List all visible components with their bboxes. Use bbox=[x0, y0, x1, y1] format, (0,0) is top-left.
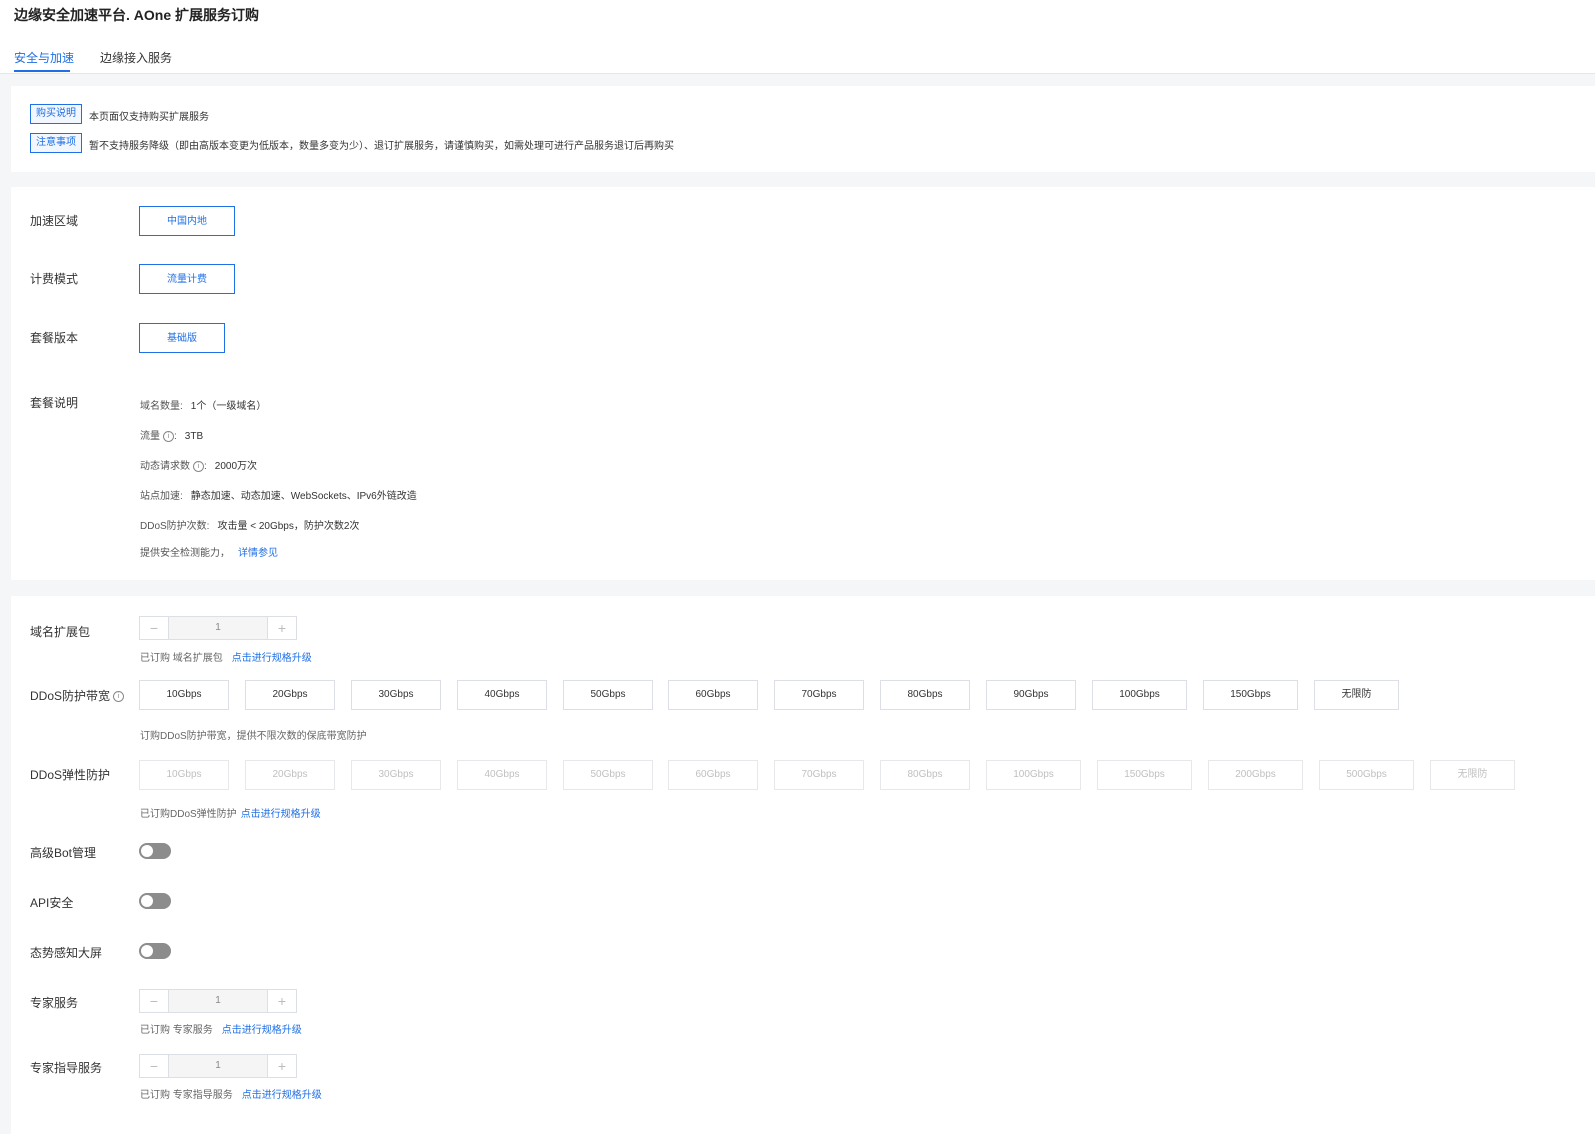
ddos-bandwidth-option[interactable]: 80Gbps bbox=[880, 680, 970, 710]
info-icon[interactable]: i bbox=[163, 430, 174, 442]
ddos-bandwidth-option[interactable]: 60Gbps bbox=[668, 680, 758, 710]
ddos-elastic-option[interactable]: 10Gbps bbox=[139, 760, 229, 790]
caution-notice-tag: 注意事项 bbox=[30, 133, 82, 153]
expert-guide-stepper: − 1 + bbox=[139, 1054, 297, 1078]
domain-pack-stepper: − 1 + bbox=[139, 616, 297, 640]
expert-guide-note: 已订购 专家指导服务 点击进行规格升级 bbox=[140, 1090, 322, 1101]
ddos-elastic-option[interactable]: 20Gbps bbox=[245, 760, 335, 790]
plus-icon[interactable]: + bbox=[268, 990, 296, 1012]
ddos-bandwidth-option[interactable]: 70Gbps bbox=[774, 680, 864, 710]
ddos-elastic-option[interactable]: 150Gbps bbox=[1097, 760, 1192, 790]
edition-label: 套餐版本 bbox=[30, 331, 79, 345]
expert-guide-quantity-input[interactable]: 1 bbox=[168, 1055, 268, 1077]
tab-edge-access[interactable]: 边缘接入服务 bbox=[100, 49, 172, 66]
domain-pack-upgrade-link[interactable]: 点击进行规格升级 bbox=[232, 653, 312, 664]
toggle-knob bbox=[141, 845, 153, 857]
situation-screen-label: 态势感知大屏 bbox=[30, 946, 103, 960]
ddos-elastic-upgrade-link[interactable]: 点击进行规格升级 bbox=[241, 809, 321, 820]
ddos-elastic-label: DDoS弹性防护 bbox=[30, 768, 111, 782]
domain-pack-quantity-input[interactable]: 1 bbox=[168, 617, 268, 639]
ddos-elastic-option[interactable]: 50Gbps bbox=[563, 760, 653, 790]
edition-option-basic[interactable]: 基础版 bbox=[139, 323, 225, 353]
caution-notice-text: 暂不支持服务降级（即由高版本变更为低版本，数量多变为少）、退订扩展服务，请谨慎购… bbox=[89, 141, 674, 152]
ddos-bandwidth-option[interactable]: 50Gbps bbox=[563, 680, 653, 710]
situation-screen-toggle[interactable] bbox=[139, 943, 171, 959]
desc-site-accel: 站点加速: 静态加速、动态加速、WebSockets、IPv6外链改造 bbox=[140, 491, 417, 502]
ddos-elastic-option[interactable]: 60Gbps bbox=[668, 760, 758, 790]
extensions-card: 域名扩展包 − 1 + 已订购 域名扩展包 点击进行规格升级 DDoS防护带宽 i … bbox=[11, 596, 1595, 1134]
billing-label: 计费模式 bbox=[30, 272, 79, 286]
ddos-bandwidth-option[interactable]: 20Gbps bbox=[245, 680, 335, 710]
toggle-knob bbox=[141, 895, 153, 907]
minus-icon[interactable]: − bbox=[140, 1055, 168, 1077]
domain-pack-note: 已订购 域名扩展包 点击进行规格升级 bbox=[140, 653, 312, 664]
page-title: 边缘安全加速平台. AOne 扩展服务订购 bbox=[14, 7, 260, 23]
ddos-elastic-option[interactable]: 无限防 bbox=[1430, 760, 1515, 790]
api-security-label: API安全 bbox=[30, 896, 74, 910]
ddos-elastic-note: 已订购DDoS弹性防护 点击进行规格升级 bbox=[140, 809, 321, 820]
ddos-elastic-option[interactable]: 70Gbps bbox=[774, 760, 864, 790]
bot-management-label: 高级Bot管理 bbox=[30, 846, 97, 860]
minus-icon[interactable]: − bbox=[140, 990, 168, 1012]
info-icon[interactable]: i bbox=[113, 691, 125, 703]
ddos-elastic-option[interactable]: 100Gbps bbox=[986, 760, 1081, 790]
details-link[interactable]: 详情参见 bbox=[238, 548, 278, 559]
expert-service-upgrade-link[interactable]: 点击进行规格升级 bbox=[222, 1025, 302, 1036]
ddos-bandwidth-option[interactable]: 100Gbps bbox=[1092, 680, 1187, 710]
page-header: 边缘安全加速平台. AOne 扩展服务订购 安全与加速 边缘接入服务 bbox=[0, 0, 1595, 74]
toggle-knob bbox=[141, 945, 153, 957]
bot-management-toggle[interactable] bbox=[139, 843, 171, 859]
tab-security-acceleration[interactable]: 安全与加速 bbox=[14, 49, 74, 66]
domain-pack-label: 域名扩展包 bbox=[30, 625, 91, 639]
expert-guide-upgrade-link[interactable]: 点击进行规格升级 bbox=[242, 1090, 322, 1101]
ddos-bandwidth-option[interactable]: 90Gbps bbox=[986, 680, 1076, 710]
ddos-elastic-option[interactable]: 500Gbps bbox=[1319, 760, 1414, 790]
api-security-toggle[interactable] bbox=[139, 893, 171, 909]
plus-icon[interactable]: + bbox=[268, 1055, 296, 1077]
ddos-elastic-option[interactable]: 40Gbps bbox=[457, 760, 547, 790]
desc-ddos: DDoS防护次数: 攻击量 < 20Gbps，防护次数2次 bbox=[140, 521, 360, 532]
notice-card: 购买说明 本页面仅支持购买扩展服务 注意事项 暂不支持服务降级（即由高版本变更为… bbox=[11, 86, 1595, 172]
region-option-mainland[interactable]: 中国内地 bbox=[139, 206, 235, 236]
billing-option-traffic[interactable]: 流量计费 bbox=[139, 264, 235, 294]
ddos-bandwidth-option[interactable]: 150Gbps bbox=[1203, 680, 1298, 710]
plan-description-label: 套餐说明 bbox=[30, 396, 79, 410]
purchase-notice-text: 本页面仅支持购买扩展服务 bbox=[89, 112, 209, 123]
ddos-elastic-option[interactable]: 30Gbps bbox=[351, 760, 441, 790]
ddos-bandwidth-note: 订购DDoS防护带宽，提供不限次数的保底带宽防护 bbox=[140, 731, 367, 742]
ddos-bandwidth-option[interactable]: 无限防 bbox=[1314, 680, 1399, 710]
expert-service-label: 专家服务 bbox=[30, 996, 79, 1010]
plan-card: 加速区域 中国内地 计费模式 流量计费 套餐版本 基础版 套餐说明 域名数量: 1… bbox=[11, 187, 1595, 580]
expert-service-quantity-input[interactable]: 1 bbox=[168, 990, 268, 1012]
expert-service-note: 已订购 专家服务 点击进行规格升级 bbox=[140, 1025, 302, 1036]
ddos-bandwidth-option[interactable]: 10Gbps bbox=[139, 680, 229, 710]
desc-requests: 动态请求数 i:2000万次 bbox=[140, 460, 258, 472]
ddos-bandwidth-option[interactable]: 30Gbps bbox=[351, 680, 441, 710]
region-label: 加速区域 bbox=[30, 214, 79, 228]
active-tab-indicator bbox=[14, 70, 70, 72]
ddos-bandwidth-option[interactable]: 40Gbps bbox=[457, 680, 547, 710]
purchase-notice-tag: 购买说明 bbox=[30, 104, 82, 124]
expert-service-stepper: − 1 + bbox=[139, 989, 297, 1013]
info-icon[interactable]: i bbox=[193, 460, 204, 472]
ddos-elastic-option[interactable]: 200Gbps bbox=[1208, 760, 1303, 790]
ddos-elastic-option[interactable]: 80Gbps bbox=[880, 760, 970, 790]
desc-traffic: 流量 i:3TB bbox=[140, 430, 204, 442]
expert-guide-label: 专家指导服务 bbox=[30, 1061, 103, 1075]
plus-icon[interactable]: + bbox=[268, 617, 296, 639]
desc-domains: 域名数量: 1个（一级域名） bbox=[140, 401, 267, 412]
minus-icon[interactable]: − bbox=[140, 617, 168, 639]
ddos-bandwidth-label: DDoS防护带宽 i bbox=[30, 687, 125, 704]
desc-security: 提供安全检测能力， 详情参见 bbox=[140, 548, 278, 559]
